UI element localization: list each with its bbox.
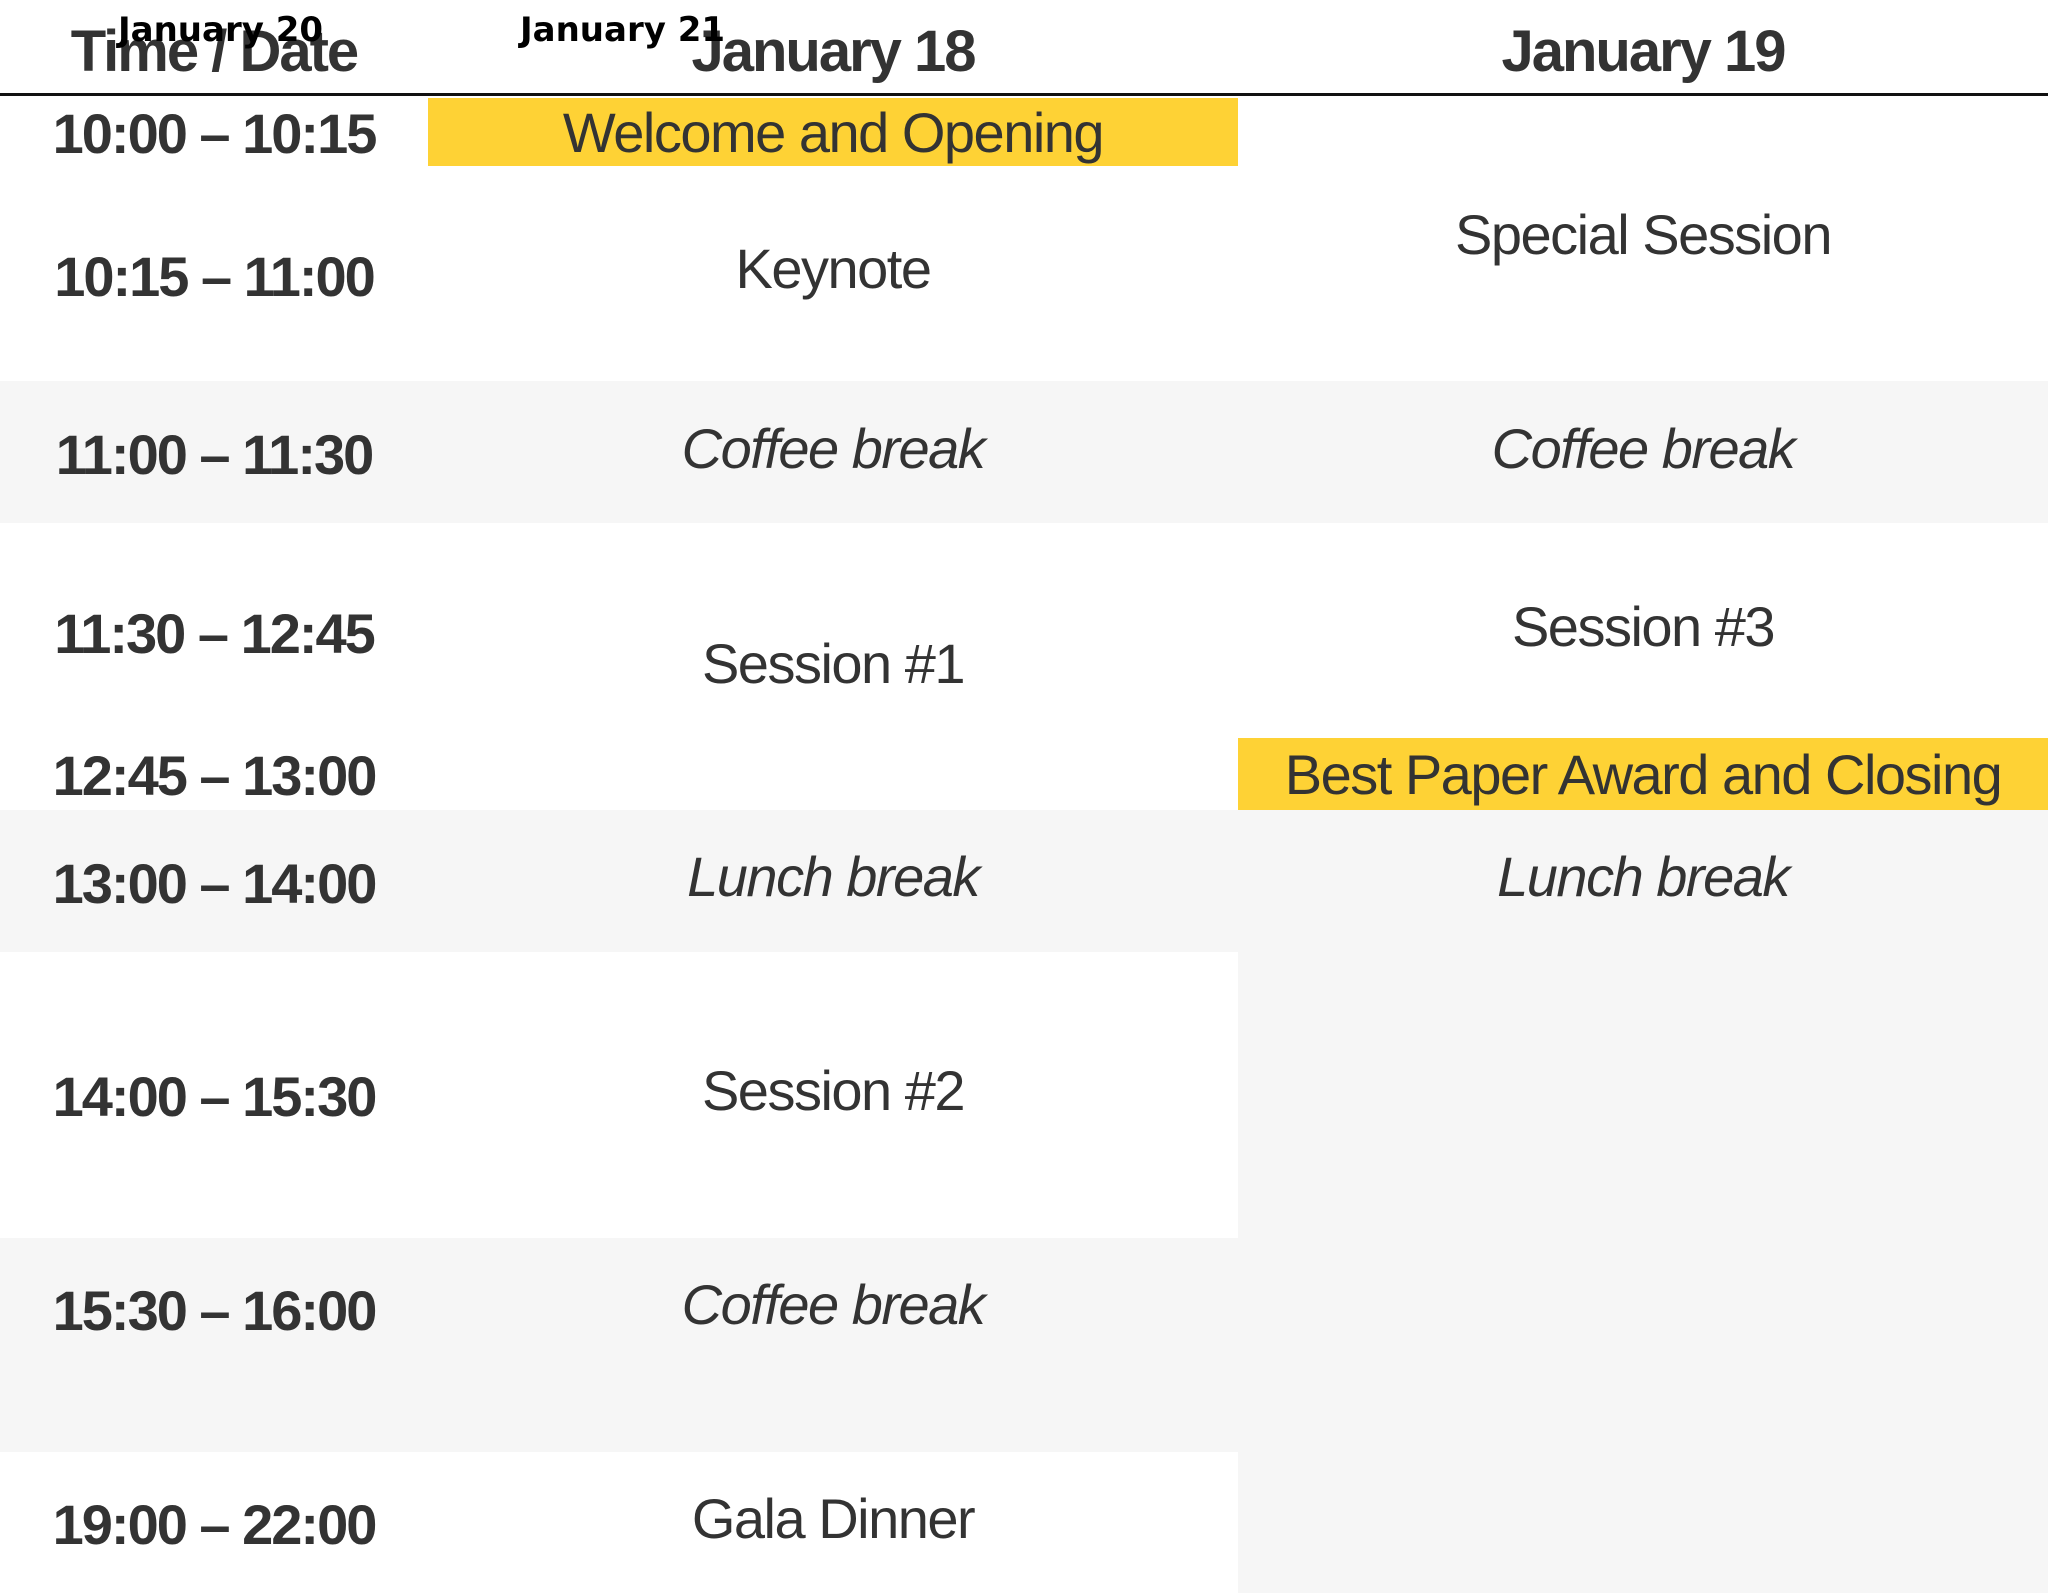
header-divider [0, 93, 2048, 96]
event-session-1: Session #1 [701, 631, 966, 695]
time-slot-1300: 13:00 – 14:00 [52, 851, 378, 915]
time-slot-1400: 14:00 – 15:30 [52, 1064, 378, 1128]
event-best-paper-award-closing: Best Paper Award and Closing [1238, 738, 2048, 810]
event-session-3: Session #3 [1511, 594, 1776, 658]
time-slot-1000: 10:00 – 10:15 [52, 101, 378, 165]
event-lunch-break-day2: Lunch break [1497, 844, 1790, 908]
event-session-2: Session #2 [701, 1058, 966, 1122]
event-welcome-opening: Welcome and Opening [428, 98, 1238, 166]
event-gala-dinner: Gala Dinner [691, 1486, 976, 1550]
time-slot-1530: 15:30 – 16:00 [52, 1278, 378, 1342]
event-lunch-break-day1: Lunch break [687, 844, 980, 908]
time-slot-1245: 12:45 – 13:00 [52, 743, 378, 807]
event-coffee-break-day2: Coffee break [1491, 416, 1796, 480]
event-special-session: Special Session [1455, 202, 1832, 266]
row-band-day2-empty [1238, 952, 2048, 1593]
day-header-january-19: January 19 [1501, 18, 1786, 84]
time-slot-1015: 10:15 – 11:00 [54, 244, 376, 308]
time-slot-1100: 11:00 – 11:30 [55, 422, 375, 486]
time-slot-1900: 19:00 – 22:00 [52, 1492, 378, 1556]
event-coffee-break-afternoon: Coffee break [681, 1272, 986, 1336]
overlay-label-january-21: January 21 [520, 10, 726, 50]
event-coffee-break-morning-day1: Coffee break [681, 416, 986, 480]
time-slot-1130: 11:30 – 12:45 [54, 601, 376, 665]
event-keynote: Keynote [735, 236, 933, 300]
overlay-label-january-20: January 20 [118, 10, 324, 50]
